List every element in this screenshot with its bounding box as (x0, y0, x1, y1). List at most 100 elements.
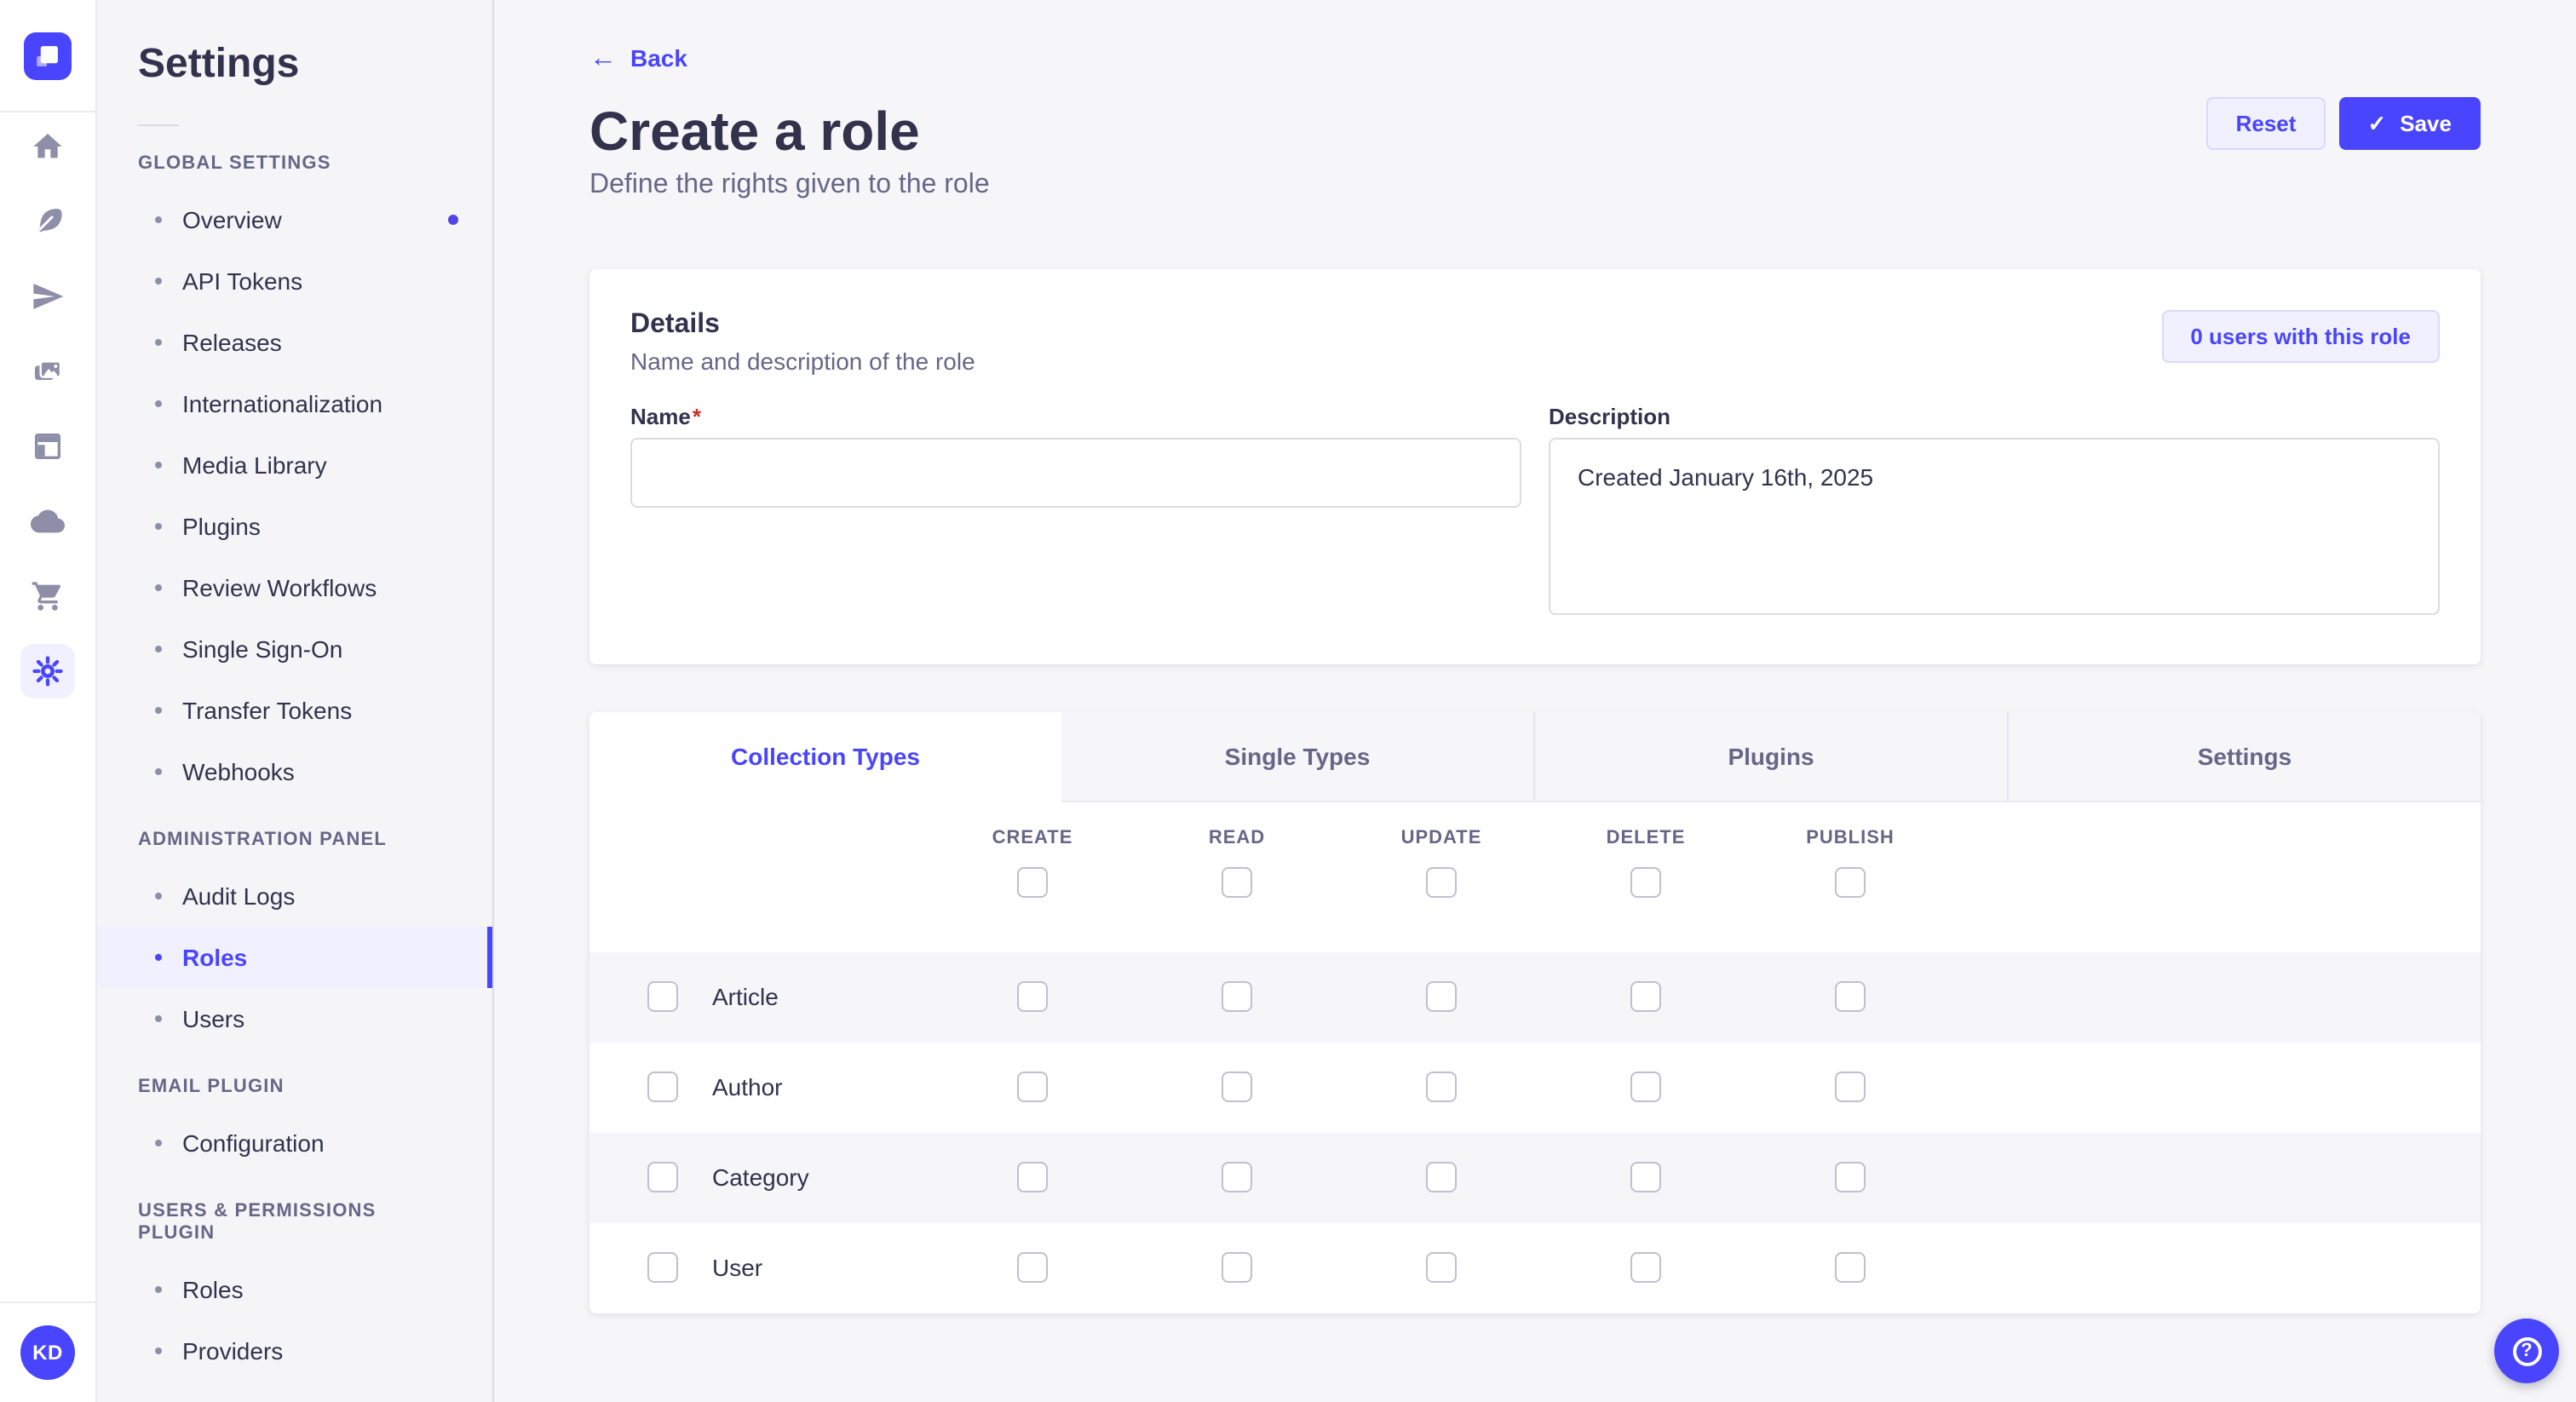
article-publish-checkbox[interactable] (1835, 981, 1866, 1012)
category-update-checkbox[interactable] (1426, 1162, 1457, 1192)
home-icon[interactable] (20, 119, 75, 174)
sidebar-item-label: Audit Logs (182, 882, 295, 911)
nav-section-header: USERS & PERMISSIONS PLUGIN (97, 1201, 492, 1245)
bullet-icon (155, 584, 162, 591)
article-read-checkbox[interactable] (1222, 981, 1252, 1012)
article-select-checkbox[interactable] (647, 981, 678, 1012)
gear-icon[interactable] (20, 644, 75, 698)
sidebar-item-releases[interactable]: Releases (97, 312, 492, 373)
paper-plane-icon[interactable] (20, 269, 75, 324)
back-label: Back (630, 44, 687, 73)
read-select-all-checkbox[interactable] (1222, 866, 1252, 897)
sidebar-item-roles[interactable]: Roles (97, 927, 492, 988)
category-read-checkbox[interactable] (1222, 1162, 1252, 1192)
sidebar-item-label: Providers (182, 1336, 283, 1365)
tab-plugins[interactable]: Plugins (1533, 711, 2007, 802)
back-link[interactable]: Back (589, 44, 687, 73)
article-delete-checkbox[interactable] (1630, 981, 1661, 1012)
sidebar-item-audit-logs[interactable]: Audit Logs (97, 865, 492, 927)
column-label-update: UPDATE (1339, 827, 1544, 849)
delete-select-all-checkbox[interactable] (1630, 866, 1661, 897)
row-label: Article (712, 983, 779, 1010)
column-label-create: CREATE (930, 827, 1135, 849)
tab-single-types[interactable]: Single Types (1061, 711, 1533, 802)
permissions-tabs: Collection TypesSingle TypesPluginsSetti… (589, 711, 2481, 802)
users-with-role-button[interactable]: 0 users with this role (2161, 309, 2440, 362)
sidebar-item-configuration[interactable]: Configuration (97, 1112, 492, 1174)
avatar[interactable]: KD (20, 1325, 75, 1380)
nav-section-header: ADMINISTRATION PANEL (97, 830, 492, 852)
bullet-icon (155, 646, 162, 652)
article-update-checkbox[interactable] (1426, 981, 1457, 1012)
create-select-all-checkbox[interactable] (1017, 866, 1048, 897)
nav-section-users-permissions-plugin: USERS & PERMISSIONS PLUGIN Roles Providers (97, 1201, 492, 1382)
save-label: Save (2400, 111, 2452, 136)
author-select-checkbox[interactable] (647, 1072, 678, 1102)
sidebar-item-single-sign-on[interactable]: Single Sign-On (97, 618, 492, 680)
category-create-checkbox[interactable] (1017, 1162, 1048, 1192)
strapi-logo-icon[interactable] (24, 32, 72, 79)
header-actions: Reset Save (2207, 97, 2481, 150)
content-feather-icon[interactable] (20, 194, 75, 249)
save-button[interactable]: Save (2338, 97, 2481, 150)
author-update-checkbox[interactable] (1426, 1072, 1457, 1102)
sidebar-item-label: Single Sign-On (182, 635, 342, 664)
tab-settings[interactable]: Settings (2007, 711, 2481, 802)
user-select-checkbox[interactable] (647, 1252, 678, 1283)
bullet-icon (155, 1286, 162, 1293)
article-create-checkbox[interactable] (1017, 981, 1048, 1012)
bullet-icon (155, 278, 162, 284)
row-label: Author (712, 1073, 783, 1100)
update-select-all-checkbox[interactable] (1426, 866, 1457, 897)
author-read-checkbox[interactable] (1222, 1072, 1252, 1102)
sidebar-item-transfer-tokens[interactable]: Transfer Tokens (97, 680, 492, 741)
sidebar-item-providers[interactable]: Providers (97, 1320, 492, 1382)
user-create-checkbox[interactable] (1017, 1252, 1048, 1283)
publish-select-all-checkbox[interactable] (1835, 866, 1866, 897)
sidebar-item-overview[interactable]: Overview (97, 189, 492, 250)
category-delete-checkbox[interactable] (1630, 1162, 1661, 1192)
permission-row-user: User (589, 1222, 2481, 1313)
row-name-cell: Category (589, 1162, 930, 1192)
sidebar-item-media-library[interactable]: Media Library (97, 434, 492, 496)
page-subtitle: Define the rights given to the role (589, 168, 2481, 200)
author-create-checkbox[interactable] (1017, 1072, 1048, 1102)
description-textarea[interactable]: Created January 16th, 2025 (1549, 437, 2440, 614)
nav-section-header: EMAIL PLUGIN (97, 1077, 492, 1099)
cloud-icon[interactable] (20, 494, 75, 549)
cart-icon[interactable] (20, 569, 75, 623)
name-input[interactable] (630, 437, 1521, 507)
media-library-icon[interactable] (20, 344, 75, 399)
sidebar-item-internationalization[interactable]: Internationalization (97, 373, 492, 434)
user-publish-checkbox[interactable] (1835, 1252, 1866, 1283)
rail-icon-list (20, 119, 75, 698)
reset-button[interactable]: Reset (2207, 97, 2326, 150)
details-card: Details Name and description of the role… (589, 268, 2481, 664)
tab-collection-types[interactable]: Collection Types (589, 711, 1061, 802)
sidebar-item-webhooks[interactable]: Webhooks (97, 741, 492, 802)
sidebar-item-roles[interactable]: Roles (97, 1259, 492, 1320)
sidebar-item-plugins[interactable]: Plugins (97, 496, 492, 557)
bullet-icon (155, 1015, 162, 1022)
author-publish-checkbox[interactable] (1835, 1072, 1866, 1102)
row-label: Category (712, 1164, 809, 1191)
user-read-checkbox[interactable] (1222, 1252, 1252, 1283)
sidebar-item-users[interactable]: Users (97, 988, 492, 1049)
column-label-delete: DELETE (1544, 827, 1748, 849)
category-publish-checkbox[interactable] (1835, 1162, 1866, 1192)
nav-section-header: GLOBAL SETTINGS (97, 153, 492, 175)
author-delete-checkbox[interactable] (1630, 1072, 1661, 1102)
sidebar-item-label: Webhooks (182, 757, 295, 786)
user-update-checkbox[interactable] (1426, 1252, 1457, 1283)
sidebar-item-label: API Tokens (182, 267, 302, 296)
page-title: Create a role (589, 101, 2481, 159)
help-icon (2512, 1336, 2541, 1365)
user-delete-checkbox[interactable] (1630, 1252, 1661, 1283)
category-select-checkbox[interactable] (647, 1162, 678, 1192)
sidebar-item-review-workflows[interactable]: Review Workflows (97, 557, 492, 618)
bullet-icon (155, 768, 162, 775)
layout-icon[interactable] (20, 419, 75, 474)
sidebar-item-api-tokens[interactable]: API Tokens (97, 250, 492, 312)
arrow-left-icon (589, 45, 617, 72)
help-button[interactable] (2494, 1319, 2559, 1383)
